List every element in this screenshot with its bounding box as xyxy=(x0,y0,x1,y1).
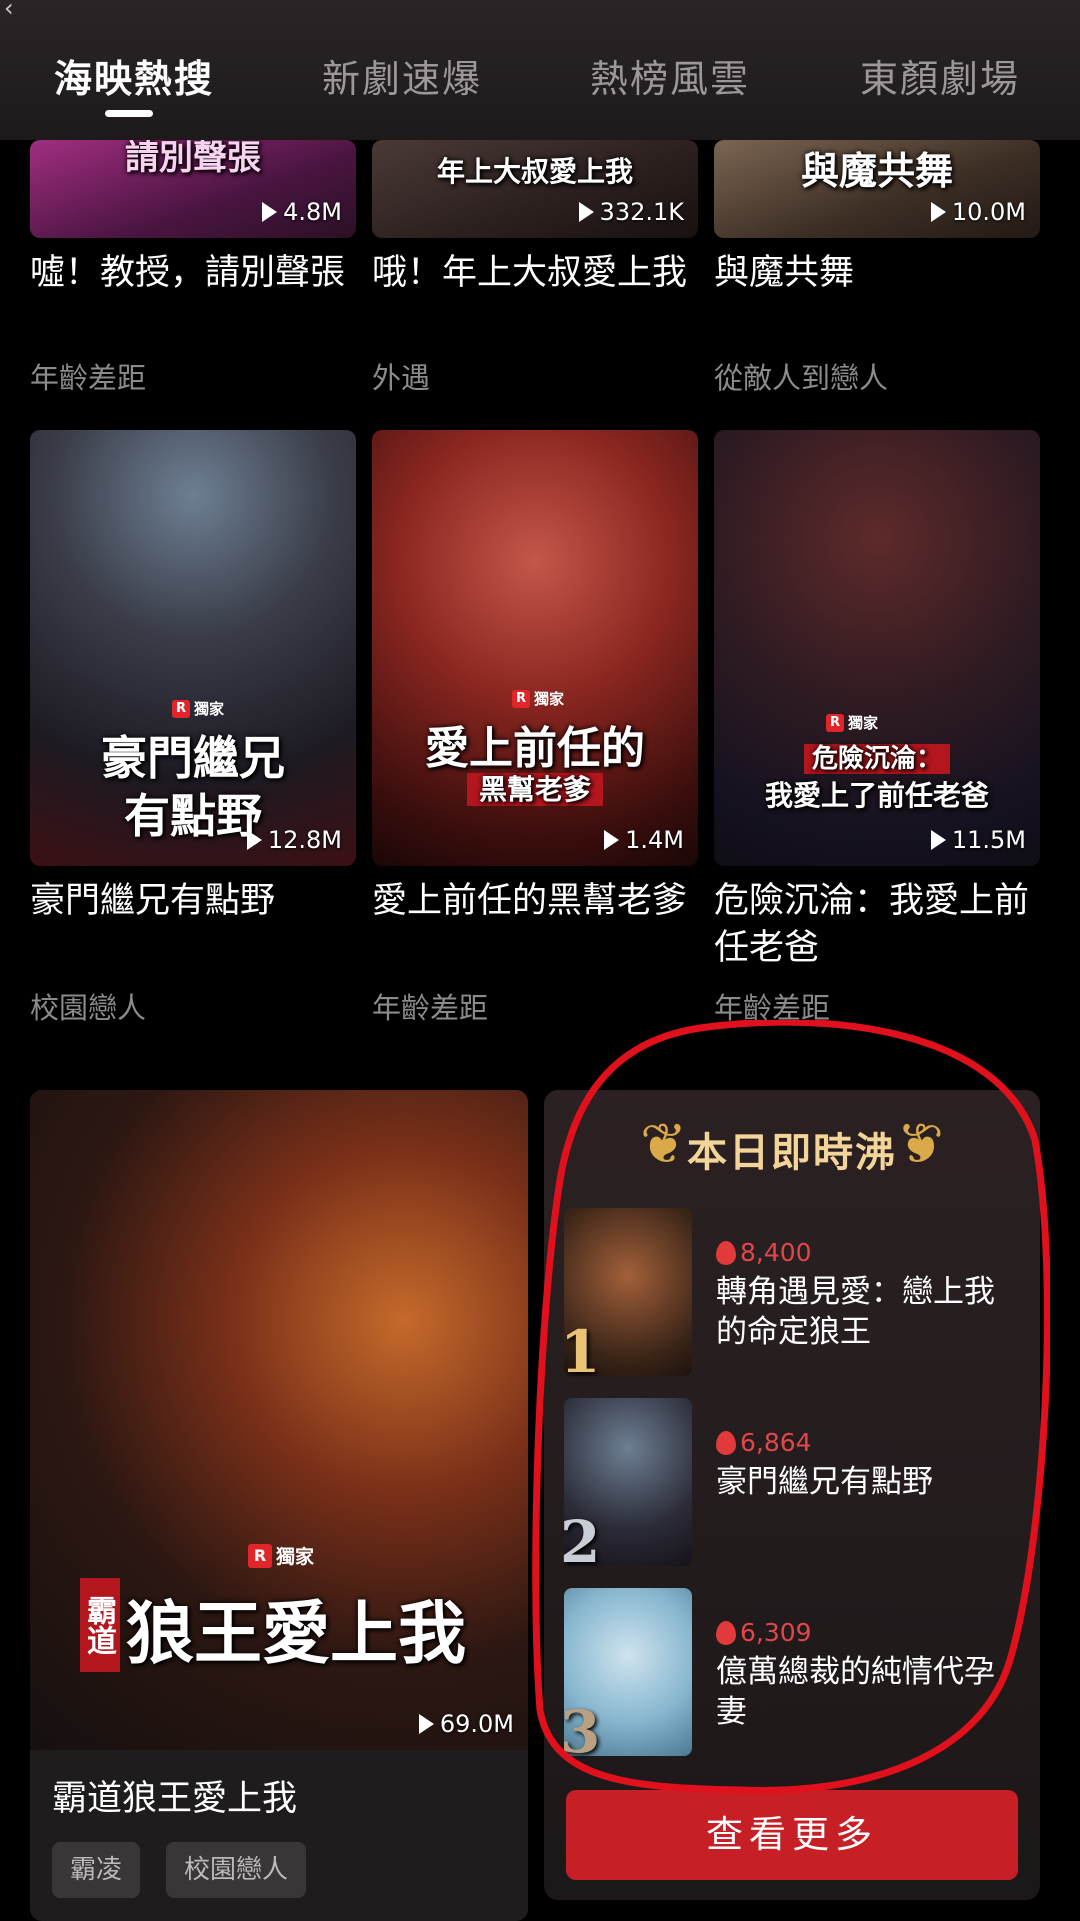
ranking-title[interactable]: 億萬總裁的純情代孕妻 xyxy=(716,1652,1021,1732)
heat-count: 8,400 xyxy=(716,1238,812,1267)
ranking-title[interactable]: 豪門繼兄有點野 xyxy=(716,1462,1021,1502)
view-count: 10.0M xyxy=(930,198,1026,226)
tab-hot-chart[interactable]: 熱榜風雲 xyxy=(590,48,750,103)
drama-tag[interactable]: 年齡差距 xyxy=(372,985,488,1027)
tab-east-theater[interactable]: 東顏劇場 xyxy=(860,48,1020,103)
drama-tag[interactable]: 校園戀人 xyxy=(30,985,146,1027)
play-icon xyxy=(604,830,620,850)
active-tab-indicator xyxy=(105,110,153,117)
play-icon xyxy=(930,202,946,222)
flame-icon xyxy=(716,1240,736,1265)
heat-count: 6,309 xyxy=(716,1618,812,1647)
poster-title-art: 年上大叔愛上我 xyxy=(436,155,633,188)
drama-title[interactable]: 危險沉淪：我愛上前任老爸 xyxy=(714,878,1054,972)
exclusive-badge: R 獨家 xyxy=(826,712,878,733)
exclusive-badge: R 獨家 xyxy=(248,1542,314,1569)
drama-title[interactable]: 與魔共舞 xyxy=(714,250,1054,297)
drama-title[interactable]: 噓！教授，請別聲張 xyxy=(30,250,370,297)
poster-title-art: 愛上前任的 xyxy=(425,723,645,774)
rank-number: 1 xyxy=(560,1318,601,1386)
ranking-item[interactable]: 2 6,864 豪門繼兄有點野 xyxy=(560,1398,1024,1576)
drama-title[interactable]: 愛上前任的黑幫老爹 xyxy=(372,878,712,925)
ranking-heading: 本日即時沸 xyxy=(687,1130,897,1176)
heat-count: 6,864 xyxy=(716,1428,812,1457)
laurel-right-icon: ❦ xyxy=(897,1112,944,1177)
play-icon xyxy=(262,202,278,222)
exclusive-badge: R 獨家 xyxy=(172,698,224,719)
drama-poster[interactable]: 與魔共舞 10.0M xyxy=(714,140,1040,238)
view-count: 1.4M xyxy=(604,826,684,854)
tab-hot-search[interactable]: 海映熱搜 xyxy=(54,48,214,103)
poster-title-art: 我愛上了前任老爸 xyxy=(764,779,989,812)
flame-icon xyxy=(716,1620,736,1645)
see-more-button[interactable]: 查看更多 xyxy=(566,1790,1018,1880)
view-count: 4.8M xyxy=(262,198,342,226)
ranking-item[interactable]: 1 8,400 轉角遇見愛：戀上我的命定狼王 xyxy=(560,1208,1024,1386)
drama-card[interactable]: R 獨家 危險沉淪： 我愛上了前任老爸 11.5M 危險沉淪：我愛上前任老爸 年齡… xyxy=(714,430,1040,1030)
flame-icon xyxy=(716,1430,736,1455)
view-count: 332.1K xyxy=(578,198,684,226)
drama-poster[interactable]: R 獨家 豪門繼兄 有點野 12.8M xyxy=(30,430,356,866)
poster-title-art: 狼王愛上我 xyxy=(126,1594,467,1674)
play-icon xyxy=(246,830,262,850)
drama-poster[interactable]: 年上大叔愛上我 332.1K xyxy=(372,140,698,238)
featured-poster[interactable]: R 獨家 霸道 狼王愛上我 69.0M xyxy=(30,1090,528,1750)
daily-hot-ranking: ❦ 本日即時沸 ❦ 1 8,400 轉角遇見愛：戀上我的命定狼王 2 6,864… xyxy=(544,1090,1040,1900)
drama-tag[interactable]: 年齡差距 xyxy=(30,355,146,397)
poster-title-art: 豪門繼兄 xyxy=(101,731,285,785)
play-icon xyxy=(578,202,594,222)
tab-new-drama[interactable]: 新劇速爆 xyxy=(322,48,482,103)
featured-title[interactable]: 霸道狼王愛上我 xyxy=(52,1770,297,1821)
view-count: 11.5M xyxy=(930,826,1026,854)
view-count: 12.8M xyxy=(246,826,342,854)
poster-subtitle-art: 霸道 xyxy=(80,1578,120,1672)
rank-number: 2 xyxy=(560,1508,601,1576)
drama-card[interactable]: 年上大叔愛上我 332.1K 哦！年上大叔愛上我 外遇 xyxy=(372,140,698,400)
top-tab-bar: ‹ 海映熱搜 新劇速爆 熱榜風雲 東顏劇場 xyxy=(0,0,1080,140)
drama-title[interactable]: 哦！年上大叔愛上我 xyxy=(372,250,712,297)
poster-subtitle-art: 危險沉淪： xyxy=(714,738,1040,775)
drama-poster[interactable]: R 獨家 危險沉淪： 我愛上了前任老爸 11.5M xyxy=(714,430,1040,866)
drama-card[interactable]: R 獨家 愛上前任的 黑幫老爹 1.4M 愛上前任的黑幫老爹 年齡差距 xyxy=(372,430,698,1030)
poster-title-art: 與魔共舞 xyxy=(800,148,953,193)
drama-card[interactable]: R 獨家 豪門繼兄 有點野 12.8M 豪門繼兄有點野 校園戀人 xyxy=(30,430,356,1030)
play-icon xyxy=(930,830,946,850)
ranking-item[interactable]: 3 6,309 億萬總裁的純情代孕妻 xyxy=(560,1588,1024,1766)
drama-tag[interactable]: 從敵人到戀人 xyxy=(714,355,888,397)
drama-poster[interactable]: R 獨家 愛上前任的 黑幫老爹 1.4M xyxy=(372,430,698,866)
play-icon xyxy=(418,1714,434,1734)
drama-title[interactable]: 豪門繼兄有點野 xyxy=(30,878,370,925)
tag-chip[interactable]: 校園戀人 xyxy=(166,1842,307,1898)
back-chevron-icon[interactable]: ‹ xyxy=(4,0,14,22)
tag-chip[interactable]: 霸凌 xyxy=(52,1842,141,1898)
drama-card[interactable]: 請別聲張 4.8M 噓！教授，請別聲張 年齡差距 xyxy=(30,140,356,400)
poster-title-art: 請別聲張 xyxy=(125,140,261,178)
drama-tag[interactable]: 年齡差距 xyxy=(714,985,830,1027)
featured-drama-card[interactable]: R 獨家 霸道 狼王愛上我 69.0M 霸道狼王愛上我 霸凌 校園戀人 xyxy=(30,1090,528,1921)
poster-subtitle-art: 黑幫老爹 xyxy=(372,768,698,808)
tab-list: 海映熱搜 新劇速爆 熱榜風雲 東顏劇場 xyxy=(0,48,1080,118)
exclusive-badge: R 獨家 xyxy=(512,688,564,709)
rank-number: 3 xyxy=(560,1698,601,1766)
drama-card[interactable]: 與魔共舞 10.0M 與魔共舞 從敵人到戀人 xyxy=(714,140,1040,400)
ranking-title[interactable]: 轉角遇見愛：戀上我的命定狼王 xyxy=(716,1272,1021,1352)
view-count: 69.0M xyxy=(418,1710,514,1738)
drama-poster[interactable]: 請別聲張 4.8M xyxy=(30,140,356,238)
drama-tag[interactable]: 外遇 xyxy=(372,355,430,397)
